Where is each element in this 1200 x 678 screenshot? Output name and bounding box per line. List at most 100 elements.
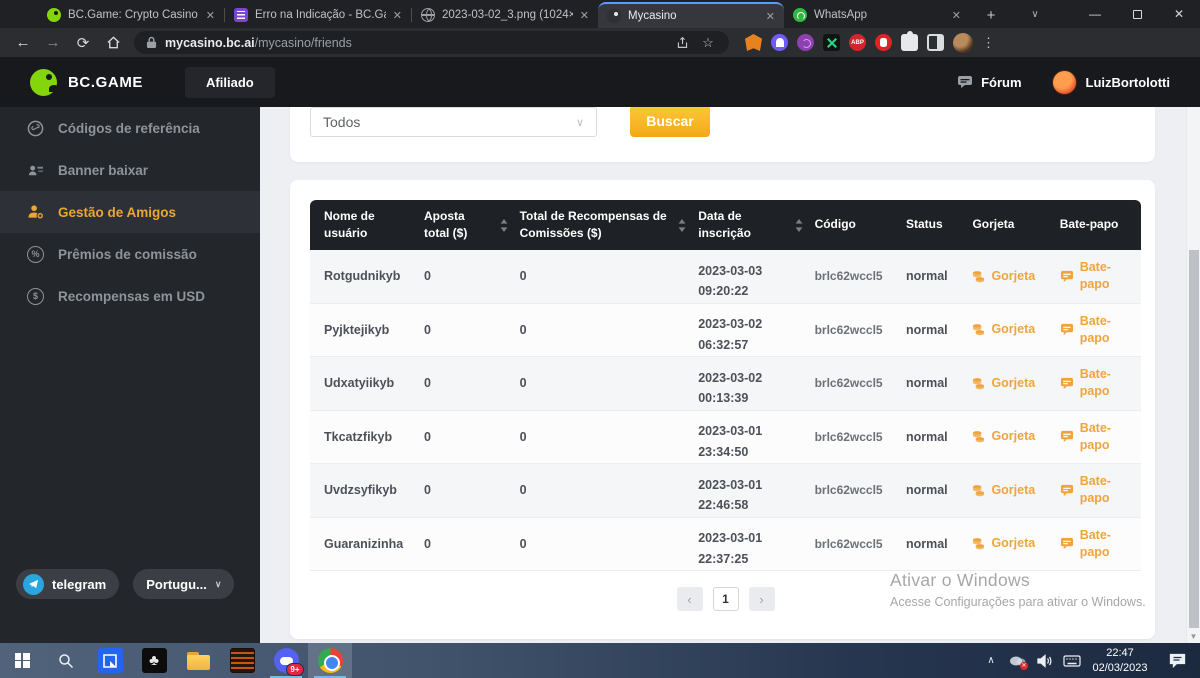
browser-tab-strip: BC.Game: Crypto Casino Gam ✕ Erro na Ind…	[0, 0, 1200, 28]
table-row: Tkcatzfikyb 0 0 2023-03-01 23:34:50 brlc…	[310, 411, 1141, 465]
bcgame-favicon-icon	[47, 8, 61, 22]
chat-link[interactable]: Bate-papo	[1060, 420, 1122, 454]
tab-png-image[interactable]: 2023-03-02_3.png (1024×76 ✕	[412, 2, 598, 28]
cell-code: brlc62wccl5	[809, 430, 900, 444]
page-scrollbar[interactable]: ▼	[1186, 107, 1200, 643]
chat-link[interactable]: Bate-papo	[1060, 473, 1122, 507]
new-tab-button[interactable]: +	[978, 2, 1004, 28]
taskbar-clock[interactable]: 22:47 02/03/2023	[1085, 646, 1155, 676]
side-panel-icon[interactable]	[927, 34, 944, 51]
metamask-extension-icon[interactable]	[745, 34, 762, 51]
phantom-extension-icon[interactable]	[771, 34, 788, 51]
sort-icon[interactable]	[500, 219, 508, 232]
action-center-button[interactable]	[1155, 643, 1200, 678]
sidebar-item-label: Gestão de Amigos	[58, 205, 176, 220]
user-avatar[interactable]	[1052, 70, 1077, 95]
adblock-plus-extension-icon[interactable]: ABP	[849, 34, 866, 51]
sidebar-item-commission-prizes[interactable]: % Prêmios de comissão	[0, 233, 260, 275]
next-page-button[interactable]: ›	[749, 587, 775, 611]
sidebar-item-referral-codes[interactable]: Códigos de referência	[0, 107, 260, 149]
sidebar-item-usd-rewards[interactable]: $ Recompensas em USD	[0, 275, 260, 317]
back-button[interactable]: ←	[8, 30, 38, 56]
start-button[interactable]	[0, 643, 44, 678]
tip-link[interactable]: Gorjeta	[972, 428, 1035, 445]
x-extension-icon[interactable]	[823, 34, 840, 51]
tab-close-icon[interactable]: ✕	[393, 9, 402, 22]
share-icon[interactable]	[673, 36, 691, 49]
taskbar-poker-app[interactable]: ♣	[132, 643, 176, 678]
tip-link[interactable]: Gorjeta	[972, 321, 1035, 338]
header-bet-total[interactable]: Aposta total ($)	[418, 208, 514, 243]
tab-close-icon[interactable]: ✕	[206, 9, 215, 22]
restore-button[interactable]	[1116, 0, 1158, 28]
close-window-button[interactable]: ✕	[1158, 0, 1200, 28]
minimize-button[interactable]: —	[1074, 0, 1116, 28]
taskbar-game-app[interactable]	[220, 643, 264, 678]
browser-menu-icon[interactable]: ⋮	[982, 35, 992, 51]
prev-page-button[interactable]: ‹	[677, 587, 703, 611]
tip-link[interactable]: Gorjeta	[972, 268, 1035, 285]
tab-close-icon[interactable]: ✕	[580, 9, 589, 22]
tip-link[interactable]: Gorjeta	[972, 375, 1035, 392]
tab-close-icon[interactable]: ✕	[952, 9, 961, 22]
cell-status: normal	[900, 376, 966, 390]
bcgame-logo-icon[interactable]	[30, 69, 57, 96]
tray-chevron-up-icon[interactable]: ∧	[978, 643, 1004, 678]
system-tray: ∧ ✕ 22:47 02/03/2023	[978, 643, 1200, 678]
search-button[interactable]: Buscar	[630, 107, 710, 137]
cell-tip: Gorjeta	[966, 268, 1053, 285]
tab-erro-indicacao[interactable]: Erro na Indicação - BC.Game ✕	[225, 2, 411, 28]
home-button[interactable]	[98, 30, 128, 56]
taskbar-search-button[interactable]	[44, 643, 88, 678]
forum-chat-icon	[957, 75, 973, 89]
extensions-puzzle-icon[interactable]	[901, 34, 918, 51]
taskbar-discord-app[interactable]: 9+	[264, 643, 308, 678]
browser-profile-avatar[interactable]	[953, 33, 973, 53]
chat-link[interactable]: Bate-papo	[1060, 313, 1122, 347]
cell-signup-date: 2023-03-03 09:20:22	[692, 251, 808, 302]
sidebar-item-banner-download[interactable]: Banner baixar	[0, 149, 260, 191]
blocker-hand-extension-icon[interactable]	[875, 34, 892, 51]
language-selector[interactable]: Portugu... ∨	[133, 569, 234, 599]
tab-search-chevron-icon[interactable]: ∨	[1014, 0, 1056, 28]
sort-icon[interactable]	[795, 219, 803, 232]
cell-code: brlc62wccl5	[809, 323, 900, 337]
taskbar-amd-app[interactable]	[88, 643, 132, 678]
tip-link[interactable]: Gorjeta	[972, 482, 1035, 499]
current-page-button[interactable]: 1	[713, 587, 739, 611]
chat-link[interactable]: Bate-papo	[1060, 527, 1122, 561]
tip-link[interactable]: Gorjeta	[972, 535, 1035, 552]
filter-select[interactable]: Todos ∨	[310, 107, 597, 137]
taskbar-chrome-app[interactable]	[308, 643, 352, 678]
sidebar: Códigos de referência Banner baixar Gest…	[0, 107, 260, 643]
cell-status: normal	[900, 537, 966, 551]
purple-extension-icon[interactable]	[797, 34, 814, 51]
forward-button[interactable]: →	[38, 30, 68, 56]
reload-button[interactable]: ⟳	[68, 30, 98, 56]
keyboard-icon[interactable]	[1058, 643, 1085, 678]
filter-select-value: Todos	[323, 114, 360, 130]
chat-link[interactable]: Bate-papo	[1060, 259, 1122, 293]
scrollbar-down-arrow-icon[interactable]: ▼	[1187, 632, 1200, 641]
tab-bcgame-casino[interactable]: BC.Game: Crypto Casino Gam ✕	[38, 2, 224, 28]
telegram-button[interactable]: telegram	[16, 569, 119, 599]
tab-mycasino-active[interactable]: Mycasino ✕	[598, 2, 784, 28]
header-signup-date[interactable]: Data de inscrição	[692, 208, 808, 243]
affiliate-tab[interactable]: Afiliado	[185, 67, 275, 98]
taskbar-file-explorer[interactable]	[176, 643, 220, 678]
volume-icon[interactable]	[1031, 643, 1058, 678]
cell-chat: Bate-papo	[1054, 313, 1141, 347]
forum-link[interactable]: Fórum	[957, 75, 1021, 90]
tab-close-icon[interactable]: ✕	[766, 10, 775, 23]
striped-logo-icon	[230, 648, 255, 673]
bookmark-star-icon[interactable]: ☆	[699, 35, 717, 51]
site-header: BC.GAME Afiliado Fórum LuizBortolotti	[0, 57, 1200, 107]
scrollbar-thumb[interactable]	[1189, 250, 1199, 628]
header-commission-rewards[interactable]: Total de Recompensas de Comissões ($)	[514, 208, 693, 243]
tab-whatsapp[interactable]: WhatsApp ✕	[784, 2, 970, 28]
chat-link[interactable]: Bate-papo	[1060, 366, 1122, 400]
sidebar-item-friends-management[interactable]: Gestão de Amigos	[0, 191, 260, 233]
network-status-icon[interactable]: ✕	[1004, 643, 1031, 678]
address-bar[interactable]: mycasino.bc.ai/mycasino/friends ☆	[134, 31, 729, 54]
sort-icon[interactable]	[678, 219, 686, 232]
